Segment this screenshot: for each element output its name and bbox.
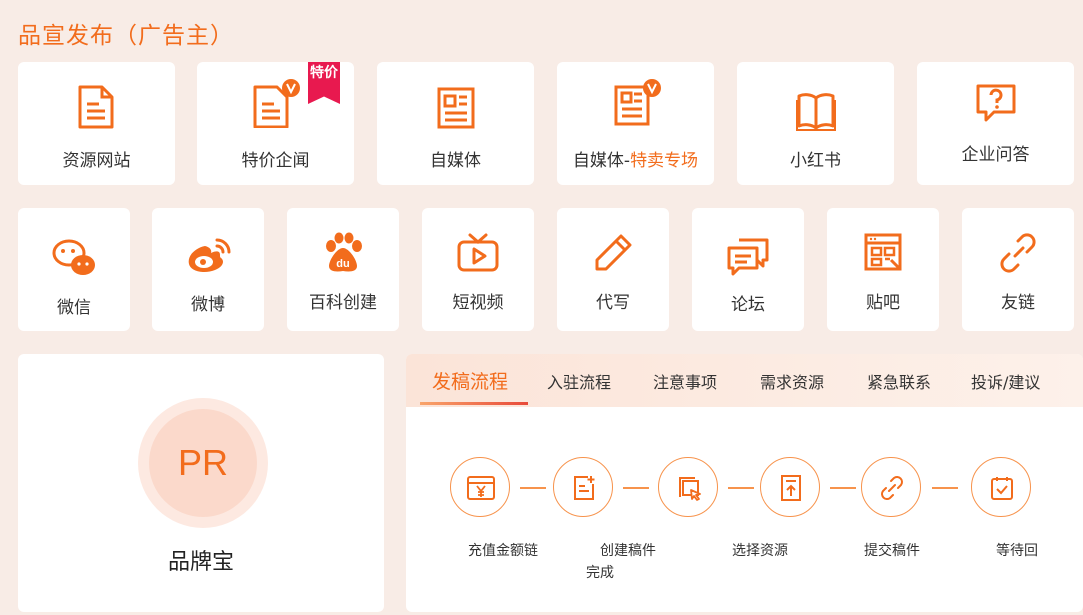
weibo-icon (188, 238, 231, 272)
step-label: 提交稿件 (864, 543, 920, 559)
newspaper-icon (437, 87, 475, 129)
card-special-news[interactable]: 特价 特价企闻 (197, 62, 354, 185)
card-weibo[interactable]: 微博 (152, 208, 264, 331)
card-ghostwrite[interactable]: 代写 (557, 208, 669, 331)
card-label: 贴吧 (866, 293, 900, 313)
card-label: 友链 (1001, 293, 1035, 313)
step-label: 充值金额链 (468, 543, 538, 559)
edit-doc-icon (574, 476, 595, 500)
step-connector (623, 487, 649, 489)
tab-submission-process[interactable]: 发稿流程 (432, 367, 508, 394)
step-connector (520, 487, 546, 489)
forum-chat-icon (727, 238, 769, 276)
step-wait (971, 457, 1031, 517)
card-tieba[interactable]: 贴吧 (827, 208, 939, 331)
step-connector (830, 487, 856, 489)
tab-settle-process[interactable]: 入驻流程 (547, 369, 611, 393)
active-tab-indicator (420, 402, 528, 405)
newspaper-v-icon (614, 79, 661, 126)
card-resource-website[interactable]: 资源网站 (18, 62, 175, 185)
card-xiaohongshu[interactable]: 小红书 (737, 62, 894, 185)
book-icon (796, 93, 836, 131)
card-enterprise-qa[interactable]: 企业问答 (917, 62, 1074, 185)
link-icon (881, 476, 903, 500)
brand-card[interactable]: PR 品牌宝 (18, 354, 384, 612)
card-self-media[interactable]: 自媒体 (377, 62, 534, 185)
step-connector (728, 487, 754, 489)
tieba-icon (864, 233, 902, 271)
card-label: 自媒体-特卖专场 (572, 151, 699, 171)
pr-badge: PR (138, 398, 268, 528)
card-wechat[interactable]: 微信 (18, 208, 130, 331)
document-v-icon (253, 79, 300, 128)
card-label: 企业问答 (961, 145, 1030, 165)
card-label: 论坛 (731, 295, 765, 315)
card-friend-link[interactable]: 友链 (962, 208, 1074, 331)
svg-text:du: du (336, 258, 349, 270)
submit-doc-icon (781, 475, 801, 501)
card-baike[interactable]: du 百科创建 (287, 208, 399, 331)
wechat-icon (52, 239, 95, 275)
brand-name: 品牌宝 (167, 550, 234, 575)
step-select (658, 457, 718, 517)
step-submit (760, 457, 820, 517)
tab-bar: 发稿流程 入驻流程 注意事项 需求资源 紧急联系 投诉/建议 (406, 354, 1083, 407)
document-icon (78, 85, 114, 129)
step-connector (932, 487, 958, 489)
step-create (553, 457, 613, 517)
step-recharge (450, 457, 510, 517)
step-label: 创建稿件完成 (586, 543, 656, 581)
card-label: 小红书 (790, 151, 841, 171)
card-label: 微信 (57, 298, 91, 318)
question-chat-icon (976, 84, 1016, 122)
special-price-ribbon: 特价 (308, 62, 340, 104)
tab-complaints[interactable]: 投诉/建议 (971, 369, 1040, 393)
step-label: 选择资源 (732, 543, 788, 559)
card-label: 短视频 (452, 293, 504, 313)
section-title: 品宣发布（广告主） (18, 23, 234, 49)
tv-play-icon (457, 233, 499, 272)
baidu-paw-icon: du (326, 232, 362, 272)
card-label: 资源网站 (62, 151, 131, 171)
tab-emergency-contact[interactable]: 紧急联系 (867, 369, 931, 393)
tab-notes[interactable]: 注意事项 (653, 369, 717, 393)
card-label: 微博 (191, 295, 225, 315)
card-short-video[interactable]: 短视频 (422, 208, 534, 331)
select-pages-icon (679, 477, 701, 501)
tab-demand-resources[interactable]: 需求资源 (760, 369, 824, 393)
yen-card-icon (467, 476, 495, 500)
pencil-icon (595, 234, 632, 271)
card-label: 特价企闻 (241, 151, 310, 171)
step-link (861, 457, 921, 517)
card-forum[interactable]: 论坛 (692, 208, 804, 331)
card-self-media-sale[interactable]: 自媒体-特卖专场 (557, 62, 714, 185)
step-label: 等待回 (996, 543, 1038, 559)
card-label: 自媒体 (430, 151, 481, 171)
pr-badge-text: PR (149, 409, 257, 517)
card-label: 代写 (596, 293, 630, 313)
check-box-icon (991, 477, 1013, 500)
card-label: 百科创建 (309, 293, 377, 313)
link-icon (1000, 233, 1036, 273)
process-panel: 发稿流程 入驻流程 注意事项 需求资源 紧急联系 投诉/建议 充值金额链 创建稿… (406, 354, 1083, 612)
